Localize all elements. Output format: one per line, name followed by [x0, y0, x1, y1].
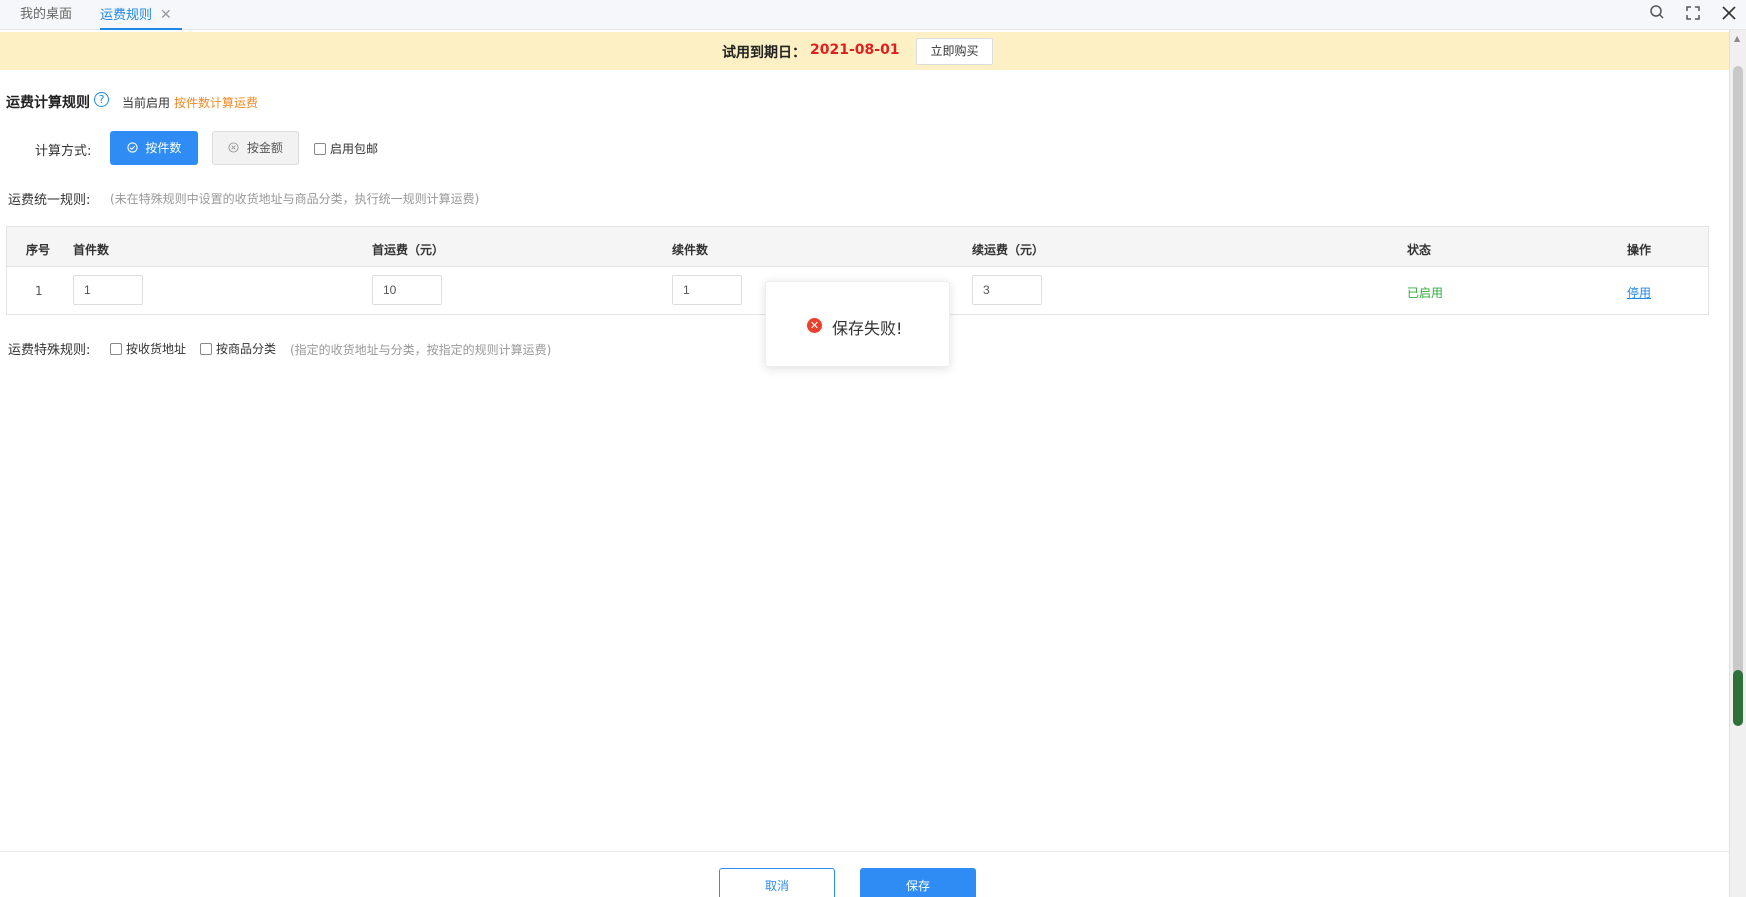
extra-count-input[interactable]	[672, 275, 742, 305]
free-shipping-checkbox[interactable]	[314, 143, 326, 155]
header-first-fee: 首运费（元）	[372, 243, 445, 257]
header-first-count: 首件数	[73, 243, 110, 257]
header-index: 序号	[26, 243, 51, 257]
by-address-checkbox[interactable]	[110, 343, 122, 355]
buy-now-button[interactable]: 立即购买	[916, 38, 993, 65]
toast-message: 保存失败!	[832, 319, 903, 338]
scroll-thumb[interactable]	[1733, 66, 1743, 696]
footer-divider	[0, 851, 1729, 852]
by-address-label: 按收货地址	[126, 342, 187, 356]
by-amount-button[interactable]: 按金额	[212, 131, 299, 165]
error-icon: ✕	[807, 318, 822, 333]
by-piece-button[interactable]: 按件数	[110, 131, 198, 165]
vertical-scrollbar[interactable]: ▲	[1729, 30, 1746, 897]
check-circle-icon	[126, 141, 146, 155]
special-rule-hint: (指定的收货地址与分类，按指定的规则计算运费)	[290, 343, 552, 357]
status-badge: 已启用	[1407, 286, 1444, 300]
disable-link[interactable]: 停用	[1627, 284, 1651, 301]
trial-banner: 试用到期日： 2021-08-01 立即购买	[0, 32, 1729, 70]
header-status: 状态	[1407, 243, 1432, 257]
unified-rule-label: 运费统一规则:	[8, 193, 91, 208]
scroll-indicator	[1733, 670, 1743, 726]
tab-bar: 我的桌面 运费规则 ✕	[0, 0, 1746, 30]
cancel-button[interactable]: 取消	[719, 868, 835, 897]
calc-method-label: 计算方式:	[35, 144, 92, 159]
first-fee-input[interactable]	[372, 275, 442, 305]
first-count-input[interactable]	[73, 275, 143, 305]
section-title: 运费计算规则	[6, 95, 90, 111]
by-category-checkbox[interactable]	[200, 343, 212, 355]
tab-shipping-rules[interactable]: 运费规则 ✕	[100, 0, 182, 30]
trial-expiry-label: 试用到期日：	[722, 45, 806, 61]
current-rule-label: 当前启用	[122, 96, 171, 110]
save-button[interactable]: 保存	[860, 868, 976, 897]
header-action: 操作	[1627, 243, 1652, 257]
table-header: 序号 首件数 首运费（元） 续件数 续运费（元） 状态 操作	[7, 227, 1708, 267]
by-category-option[interactable]: 按商品分类	[200, 340, 276, 357]
current-rule-value: 按件数计算运费	[174, 96, 259, 110]
error-toast: ✕ 保存失败!	[765, 281, 950, 367]
by-address-option[interactable]: 按收货地址	[110, 340, 186, 357]
unified-rule-hint: (未在特殊规则中设置的收货地址与商品分类，执行统一规则计算运费)	[110, 192, 480, 206]
trial-expiry-date: 2021-08-01	[810, 42, 900, 58]
special-rule-label: 运费特殊规则:	[8, 343, 91, 358]
tab-close-icon[interactable]: ✕	[160, 7, 172, 23]
by-piece-label: 按件数	[145, 141, 182, 155]
tab-home[interactable]: 我的桌面	[20, 0, 72, 30]
free-shipping-label: 启用包邮	[330, 142, 379, 156]
by-amount-label: 按金额	[246, 141, 283, 155]
free-shipping-option[interactable]: 启用包邮	[314, 140, 378, 157]
header-extra-fee: 续运费（元）	[972, 243, 1045, 257]
fullscreen-icon[interactable]	[1682, 4, 1704, 26]
scroll-up-icon[interactable]: ▲	[1734, 34, 1740, 43]
x-circle-icon	[228, 141, 247, 155]
search-icon[interactable]	[1646, 4, 1668, 26]
extra-fee-input[interactable]	[972, 275, 1042, 305]
row-index: 1	[35, 284, 43, 298]
tab-shipping-rules-label: 运费规则	[100, 8, 153, 23]
help-icon[interactable]: ?	[94, 92, 109, 107]
close-icon[interactable]	[1718, 4, 1740, 26]
by-category-label: 按商品分类	[216, 342, 277, 356]
header-extra-count: 续件数	[672, 243, 709, 257]
